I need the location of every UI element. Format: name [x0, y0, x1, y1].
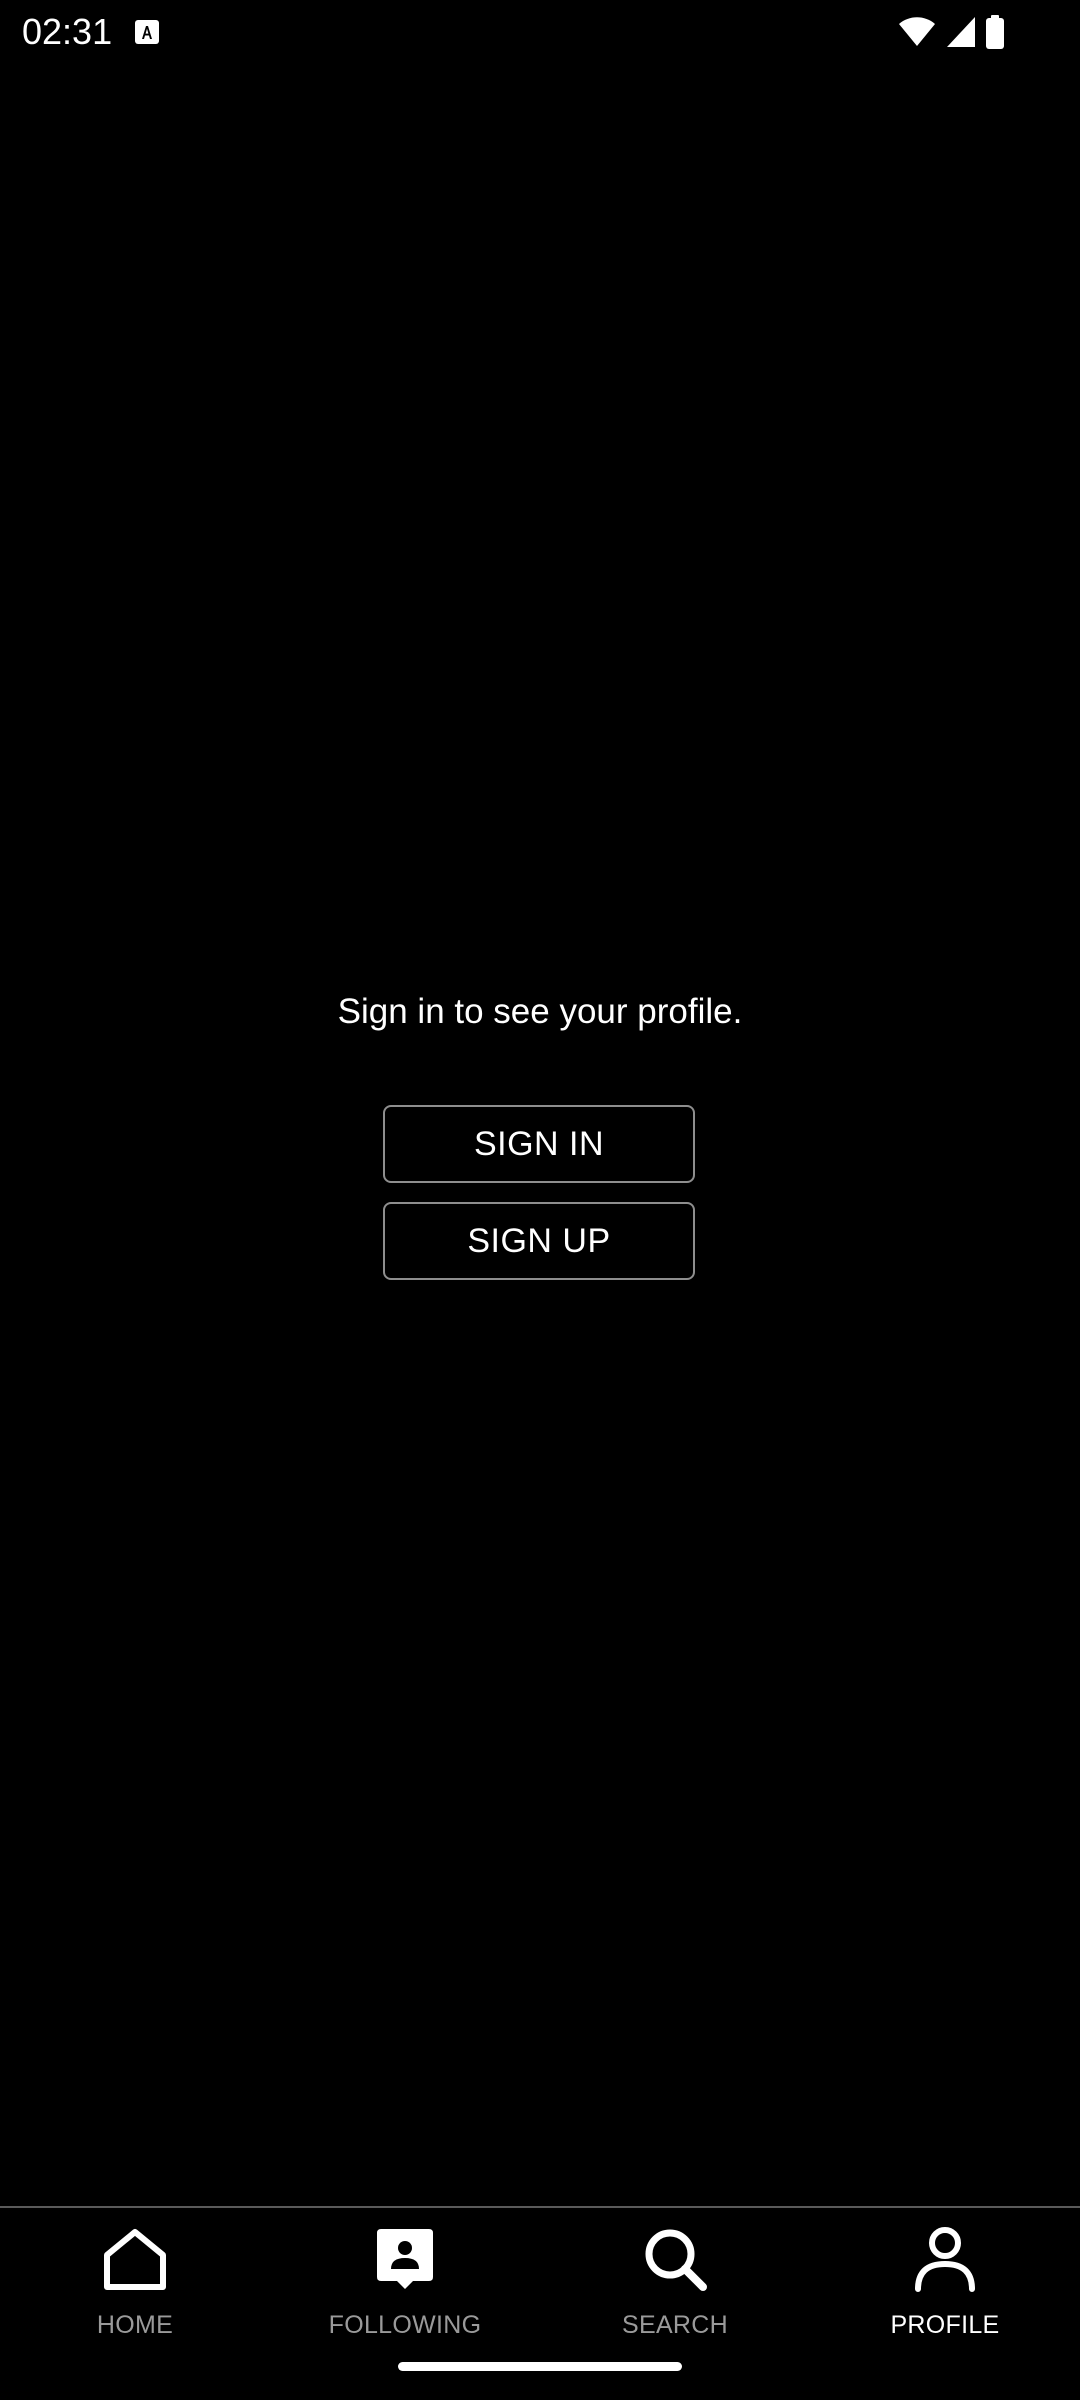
nav-item-search[interactable]: SEARCH — [540, 2224, 810, 2354]
following-icon — [370, 2224, 440, 2294]
nav-label-profile: PROFILE — [890, 2311, 1000, 2339]
a-notification-icon — [135, 20, 159, 44]
sign-in-prompt: Sign in to see your profile. — [337, 992, 743, 1031]
nav-item-following[interactable]: FOLLOWING — [270, 2224, 540, 2354]
nav-item-home[interactable]: HOME — [0, 2224, 270, 2354]
signal-icon — [946, 16, 976, 48]
sign-up-button[interactable]: SIGN UP — [383, 1202, 695, 1280]
gesture-handle[interactable] — [398, 2362, 682, 2371]
status-bar: 02:31 — [0, 0, 1080, 64]
nav-label-search: SEARCH — [622, 2311, 728, 2339]
battery-icon — [986, 15, 1004, 49]
wifi-icon — [898, 17, 936, 47]
status-time: 02:31 — [22, 11, 113, 52]
nav-label-following: FOLLOWING — [328, 2311, 482, 2339]
sign-in-button[interactable]: SIGN IN — [383, 1105, 695, 1183]
nav-item-profile[interactable]: PROFILE — [810, 2224, 1080, 2354]
status-icons — [898, 14, 1004, 50]
search-icon — [640, 2224, 710, 2294]
nav-label-home: HOME — [96, 2311, 174, 2339]
home-icon — [100, 2224, 170, 2294]
profile-icon — [910, 2224, 980, 2294]
